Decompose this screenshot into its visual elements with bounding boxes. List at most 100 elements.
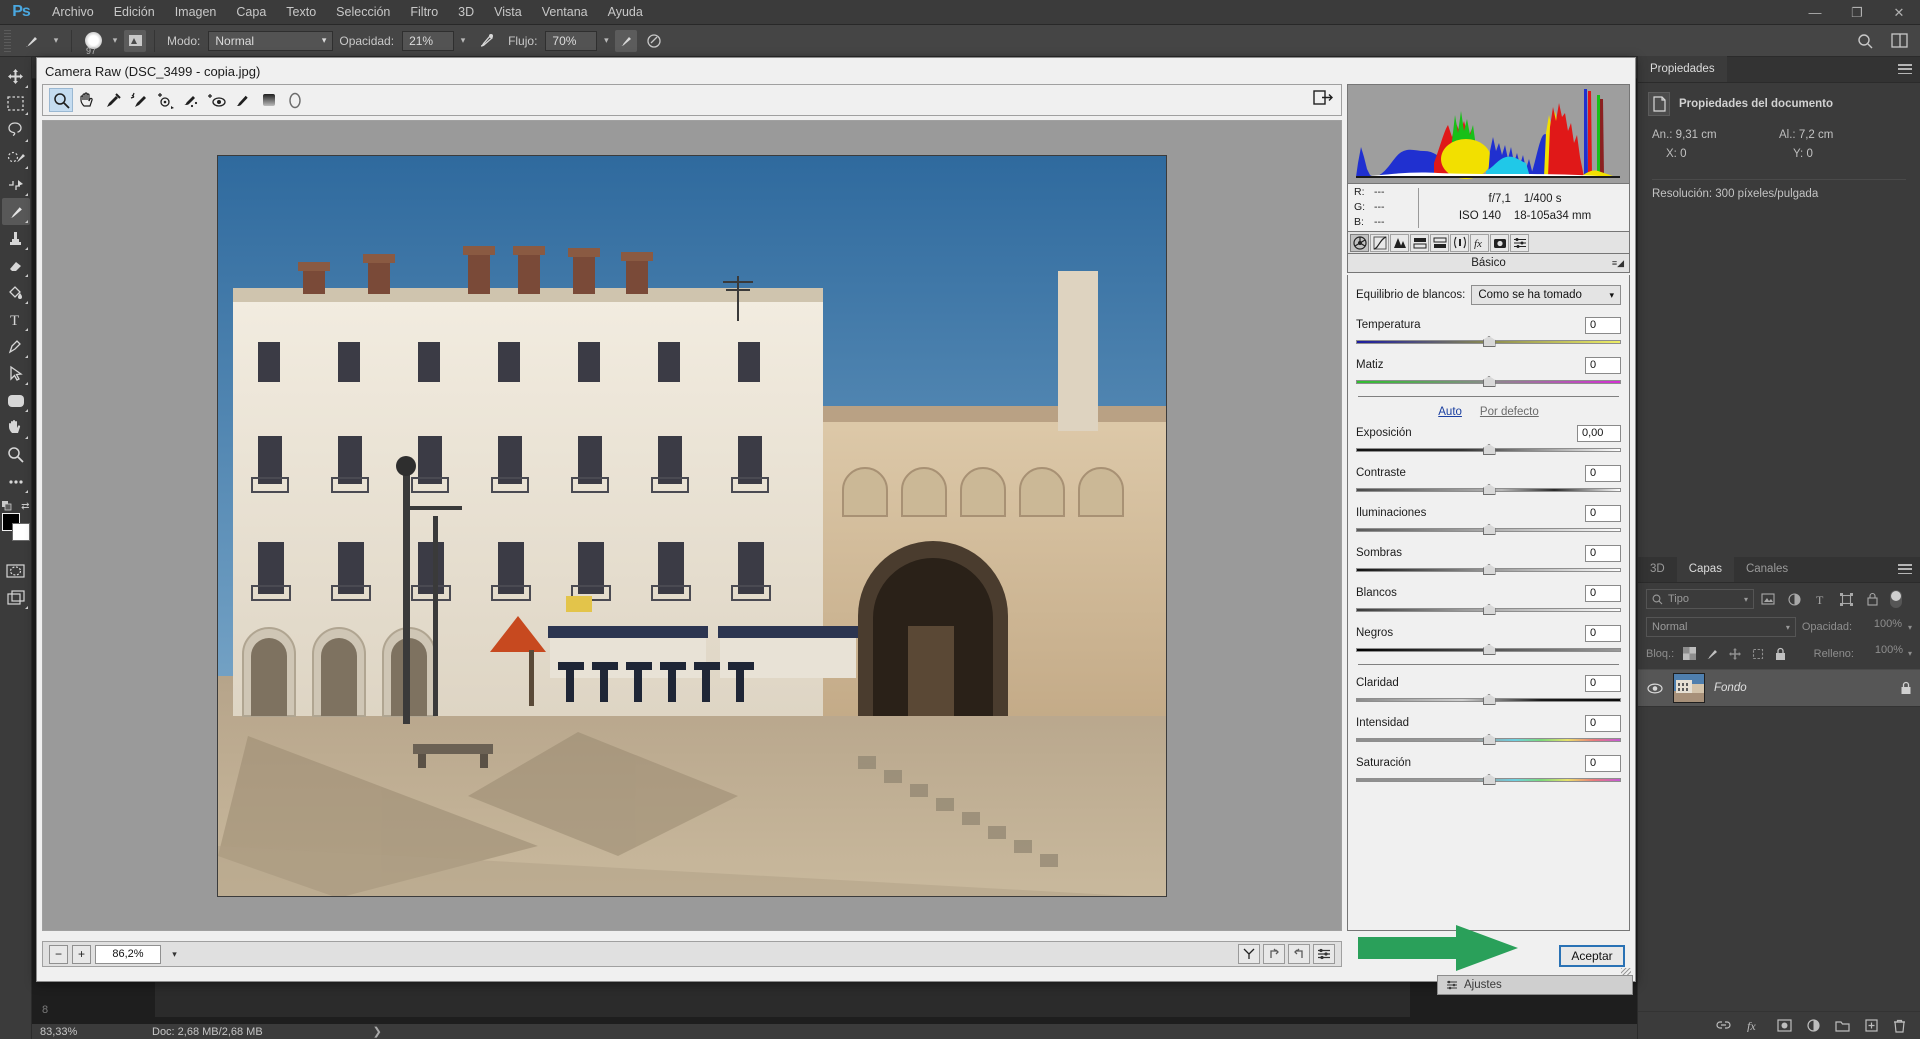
type-tool[interactable]: T [2,306,30,333]
brush-tool-icon[interactable] [17,28,47,54]
panel-flyout-menu-icon[interactable]: ≡◢ [1612,258,1624,269]
layer-filter-select[interactable]: Tipo ▾ [1646,589,1754,609]
move-tool[interactable] [2,63,30,90]
brush-size-chevron-down-icon[interactable]: ▾ [108,28,122,54]
layer-thumbnail[interactable] [1673,673,1705,703]
camera-calibration-tab[interactable] [1490,233,1509,252]
opacity-chevron-down-icon[interactable]: ▾ [456,28,470,54]
ajustes-tab[interactable]: Ajustes [1437,975,1633,995]
lens-corrections-tab[interactable] [1450,233,1469,252]
shape-tool[interactable] [2,387,30,414]
layers-panel-menu-icon[interactable] [1898,564,1912,574]
layer-name[interactable]: Fondo [1714,682,1891,694]
smart-object-filter-icon[interactable] [1860,589,1884,609]
paint-bucket-tool[interactable] [2,279,30,306]
tab-canales[interactable]: Canales [1734,556,1800,582]
properties-panel-menu-icon[interactable] [1898,64,1912,74]
saturacion-knob[interactable] [1482,774,1496,785]
saturacion-track[interactable] [1356,774,1621,785]
sombras-knob[interactable] [1482,564,1496,575]
group-icon[interactable] [1835,1020,1850,1032]
exposicion-value[interactable]: 0,00 [1577,424,1621,442]
presets-tab[interactable] [1510,233,1529,252]
aceptar-button[interactable]: Aceptar [1559,945,1625,967]
menu-imagen[interactable]: Imagen [165,0,227,25]
tab-capas[interactable]: Capas [1676,556,1734,582]
pixel-filter-icon[interactable] [1756,589,1780,609]
basic-tab[interactable] [1350,233,1369,252]
more-tools[interactable] [2,468,30,495]
exposicion-knob[interactable] [1482,444,1496,455]
iluminaciones-track[interactable] [1356,524,1621,535]
quick-selection-tool[interactable] [2,144,30,171]
lock-all-icon[interactable] [1774,647,1787,661]
sombras-track[interactable] [1356,564,1621,575]
claridad-value[interactable]: 0 [1585,674,1621,692]
detail-tab[interactable] [1390,233,1409,252]
menu-vista[interactable]: Vista [484,0,532,25]
fx-icon[interactable]: fx [1746,1019,1762,1032]
background-color-swatch[interactable] [11,523,30,541]
delete-layer-icon[interactable] [1893,1019,1906,1033]
layer-opacity-value[interactable]: 100% [1858,618,1902,637]
status-expand-chevron-icon[interactable]: ❯ [373,1025,382,1038]
negros-value[interactable]: 0 [1585,624,1621,642]
new-layer-icon[interactable] [1865,1019,1878,1032]
layer-row-fondo[interactable]: Fondo [1638,669,1920,707]
menu-archivo[interactable]: Archivo [42,0,104,25]
layer-opacity-chevron-down-icon[interactable]: ▾ [1908,623,1912,632]
shape-filter-icon[interactable] [1834,589,1858,609]
cr-radial-filter-tool[interactable] [283,88,307,112]
y-value[interactable]: 0 [1806,148,1812,160]
cr-color-sampler-tool[interactable] [127,88,151,112]
lock-transparency-icon[interactable] [1683,647,1697,660]
options-bar-grip[interactable] [4,29,11,52]
toggle-fullscreen-icon[interactable] [1313,89,1333,107]
x-value[interactable]: 0 [1680,148,1686,160]
menu-ayuda[interactable]: Ayuda [598,0,653,25]
saturacion-value[interactable]: 0 [1585,754,1621,772]
opacity-input[interactable]: 21% [402,30,455,51]
crop-tool[interactable] [2,171,30,198]
fill-value[interactable]: 100% [1859,644,1903,663]
tone-curve-tab[interactable] [1370,233,1389,252]
adjustment-icon[interactable] [1807,1019,1820,1032]
menu-3d[interactable]: 3D [448,0,484,25]
cr-white-balance-tool[interactable] [101,88,125,112]
default-colors-icon[interactable] [1,501,12,511]
negros-knob[interactable] [1482,644,1496,655]
cr-hand-tool[interactable] [75,88,99,112]
smoothing-icon[interactable] [639,28,669,54]
intensidad-track[interactable] [1356,734,1621,745]
width-value[interactable]: 9,31 cm [1676,129,1717,141]
close-button[interactable]: ✕ [1878,0,1920,25]
cr-targeted-adjustment-tool[interactable] [153,88,177,112]
link-layers-icon[interactable] [1716,1019,1731,1032]
contraste-knob[interactable] [1482,484,1496,495]
status-zoom-level[interactable]: 83,33% [32,1026,152,1038]
menu-capa[interactable]: Capa [226,0,276,25]
cr-spot-removal-tool[interactable] [179,88,203,112]
menu-ventana[interactable]: Ventana [532,0,598,25]
claridad-track[interactable] [1356,694,1621,705]
screen-mode-icon[interactable] [2,584,30,611]
temperatura-value[interactable]: 0 [1585,316,1621,334]
adjustment-filter-icon[interactable] [1782,589,1806,609]
matiz-track[interactable] [1356,376,1621,387]
lock-image-icon[interactable] [1705,647,1719,661]
default-link[interactable]: Por defecto [1480,406,1539,418]
pen-tool[interactable] [2,333,30,360]
restore-button[interactable]: ❐ [1836,0,1878,25]
preview-image[interactable] [217,154,1167,897]
effects-tab[interactable]: fx [1470,233,1489,252]
type-filter-icon[interactable]: T [1808,589,1832,609]
tab-propiedades[interactable]: Propiedades [1638,56,1727,82]
white-balance-select[interactable]: Como se ha tomado ▾ [1471,285,1621,305]
menu-edicion[interactable]: Edición [104,0,165,25]
temperatura-track[interactable] [1356,336,1621,347]
menu-seleccion[interactable]: Selección [326,0,400,25]
height-value[interactable]: 7,2 cm [1799,129,1834,141]
filter-enable-toggle[interactable] [1890,590,1902,608]
marquee-tool[interactable] [2,90,30,117]
matiz-value[interactable]: 0 [1585,356,1621,374]
